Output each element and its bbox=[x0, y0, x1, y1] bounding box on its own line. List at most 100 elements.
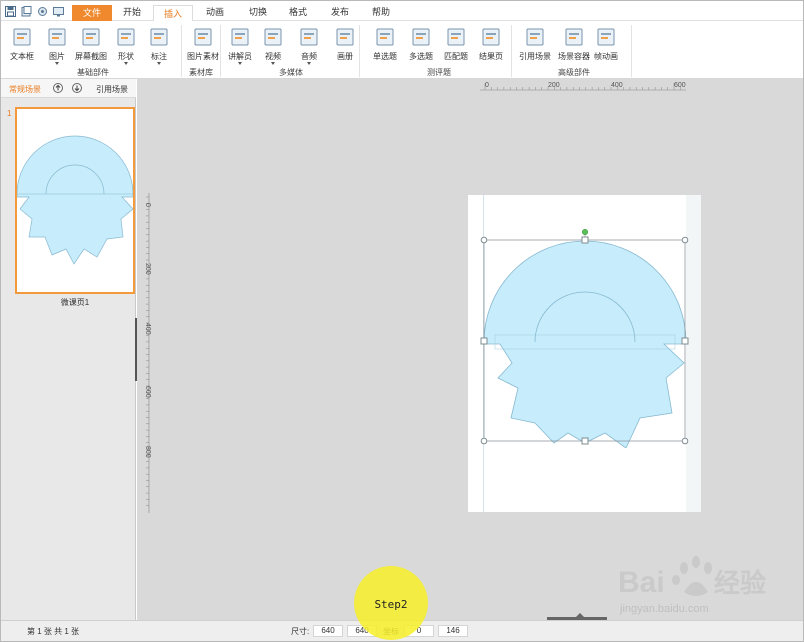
page-info: 第 1 张 共 1 张 bbox=[27, 627, 80, 636]
callout-button[interactable]: 标注 bbox=[144, 24, 174, 65]
presenter-icon bbox=[231, 28, 249, 46]
single-choice-icon bbox=[376, 28, 394, 46]
ribbon-button-label: 文本框 bbox=[10, 52, 34, 61]
shape-button[interactable]: 形状 bbox=[111, 24, 141, 65]
ribbon-button-label: 单选题 bbox=[373, 52, 397, 61]
step-label: Step2 bbox=[374, 598, 408, 611]
menu-item[interactable]: 发布 bbox=[323, 4, 357, 21]
menu-item[interactable]: 动画 bbox=[198, 4, 232, 21]
reference-scene-icon bbox=[526, 28, 544, 46]
menu-item[interactable]: 帮助 bbox=[364, 4, 398, 21]
dropdown-arrow-icon bbox=[55, 62, 59, 65]
group-divider bbox=[631, 25, 632, 77]
tab-reference-scene[interactable]: 引用场景 bbox=[96, 84, 128, 95]
ribbon-button-label: 图片素材 bbox=[187, 52, 219, 61]
multi-choice-button[interactable]: 多选题 bbox=[403, 24, 439, 64]
resize-handle[interactable] bbox=[480, 437, 488, 445]
ribbon-button-label: 讲解员 bbox=[228, 52, 252, 61]
tab-normal-scene[interactable]: 常规场景 bbox=[9, 84, 41, 95]
video-icon bbox=[264, 28, 282, 46]
resize-handle[interactable] bbox=[681, 236, 689, 244]
selected-shape[interactable] bbox=[478, 228, 692, 448]
picture-material-button[interactable]: 图片素材 bbox=[185, 24, 221, 64]
preview-icon[interactable] bbox=[53, 6, 64, 17]
ribbon-button-label: 标注 bbox=[151, 52, 167, 61]
reference-scene-button[interactable]: 引用场景 bbox=[517, 24, 553, 64]
ribbon-toolbar: 文本框 图片 屏幕截图 形状 标注 图片素材 讲解员 视频 音频 画册 单选题 多选题 匹配题 结果页 引用… bbox=[1, 21, 803, 79]
menu-item[interactable]: 插入 bbox=[153, 5, 193, 22]
single-choice-button[interactable]: 单选题 bbox=[367, 24, 403, 64]
audio-button[interactable]: 音频 bbox=[294, 24, 324, 65]
slide-thumbnail[interactable] bbox=[15, 107, 135, 294]
dropdown-arrow-icon bbox=[238, 62, 242, 65]
save-icon[interactable] bbox=[5, 6, 16, 17]
ruler-label: 0 bbox=[485, 82, 489, 89]
svg-text:Bai: Bai bbox=[618, 566, 665, 599]
menu-item[interactable]: 开始 bbox=[115, 4, 149, 21]
result-page-icon bbox=[482, 28, 500, 46]
ribbon-button-label: 图片 bbox=[49, 52, 65, 61]
move-down-icon[interactable] bbox=[72, 83, 82, 93]
thumbnail-shape bbox=[16, 135, 134, 265]
ruler-label: 400 bbox=[144, 323, 151, 335]
text-box-button[interactable]: 文本框 bbox=[5, 24, 39, 64]
move-up-icon[interactable] bbox=[53, 83, 63, 93]
resize-handle[interactable] bbox=[681, 437, 689, 445]
ruler-label: 800 bbox=[144, 446, 151, 458]
watermark-url: jingyan.baidu.com bbox=[620, 603, 709, 615]
ribbon-button-label: 屏幕截图 bbox=[75, 52, 107, 61]
resize-handle[interactable] bbox=[581, 437, 589, 445]
menu-item[interactable]: 切换 bbox=[241, 4, 275, 21]
resize-handle[interactable] bbox=[681, 337, 689, 345]
y-field[interactable]: 146 bbox=[438, 625, 468, 637]
group-label-media: 多媒体 bbox=[279, 68, 303, 77]
open-icon[interactable] bbox=[21, 6, 32, 17]
ruler-label: 200 bbox=[548, 82, 560, 89]
group-divider bbox=[359, 25, 360, 77]
ruler-label: 0 bbox=[144, 203, 151, 207]
dropdown-arrow-icon bbox=[307, 62, 311, 65]
callout-icon bbox=[150, 28, 168, 46]
screenshot-icon bbox=[82, 28, 100, 46]
group-label-advanced: 高级部件 bbox=[558, 68, 590, 77]
matching-button[interactable]: 匹配题 bbox=[438, 24, 474, 64]
menu-bar: 文件 开始 插入 动画 切换 格式 发布 帮助 bbox=[1, 1, 803, 22]
group-divider bbox=[220, 25, 221, 77]
resize-handle[interactable] bbox=[480, 236, 488, 244]
picture-icon bbox=[48, 28, 66, 46]
width-field[interactable]: 640 bbox=[313, 625, 343, 637]
album-button[interactable]: 画册 bbox=[331, 24, 359, 64]
ruler-label: 400 bbox=[611, 82, 623, 89]
ruler-label: 200 bbox=[144, 263, 151, 275]
shape-icon bbox=[117, 28, 135, 46]
resize-handle[interactable] bbox=[581, 236, 589, 244]
ribbon-button-label: 匹配题 bbox=[444, 52, 468, 61]
frame-animation-button[interactable]: 帧动画 bbox=[591, 24, 621, 64]
rotate-handle[interactable] bbox=[581, 228, 589, 236]
ribbon-button-label: 音频 bbox=[301, 52, 317, 61]
screenshot-button[interactable]: 屏幕截图 bbox=[74, 24, 108, 64]
ruler-label: 600 bbox=[674, 82, 686, 89]
gear-arch-shape[interactable] bbox=[483, 240, 687, 448]
resize-handle[interactable] bbox=[480, 337, 488, 345]
menu-item[interactable]: 文件 bbox=[72, 5, 112, 21]
scene-panel: 常规场景 引用场景 1 微课页1 bbox=[1, 79, 136, 620]
group-divider bbox=[181, 25, 182, 77]
settings-icon[interactable] bbox=[37, 6, 48, 17]
text-box-icon bbox=[13, 28, 31, 46]
ribbon-button-label: 帧动画 bbox=[594, 52, 618, 61]
picture-button[interactable]: 图片 bbox=[43, 24, 71, 65]
vertical-ruler: 0 200 400 600 800 bbox=[144, 193, 151, 513]
scene-container-icon bbox=[565, 28, 583, 46]
group-label-basic: 基础部件 bbox=[77, 68, 109, 77]
menu-item[interactable]: 格式 bbox=[281, 4, 315, 21]
result-page-button[interactable]: 结果页 bbox=[474, 24, 508, 64]
presenter-button[interactable]: 讲解员 bbox=[223, 24, 257, 65]
group-label-quiz: 测评题 bbox=[427, 68, 451, 77]
ribbon-button-label: 场景容器 bbox=[558, 52, 590, 61]
scene-container-button[interactable]: 场景容器 bbox=[556, 24, 592, 64]
picture-material-icon bbox=[194, 28, 212, 46]
multi-choice-icon bbox=[412, 28, 430, 46]
svg-text:经验: 经验 bbox=[714, 568, 766, 598]
video-button[interactable]: 视频 bbox=[258, 24, 288, 65]
